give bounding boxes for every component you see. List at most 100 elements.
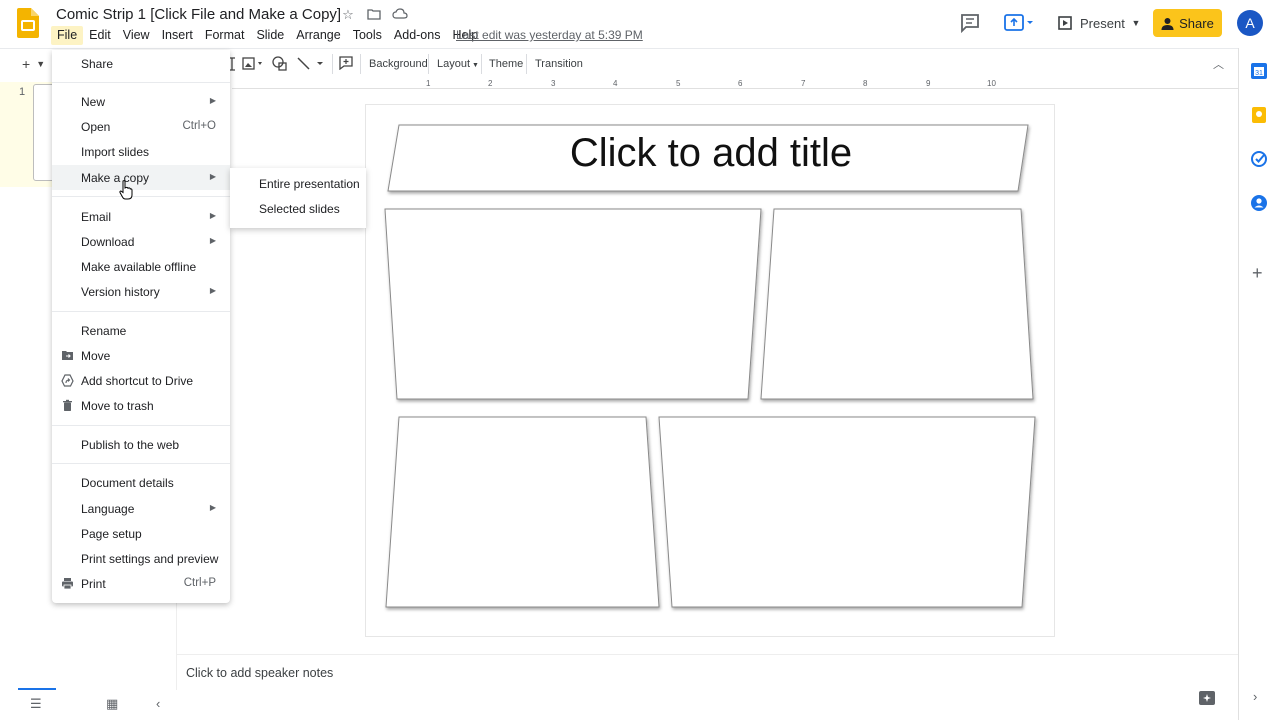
menu-rename[interactable]: Rename [52,318,230,343]
image-icon[interactable] [242,57,264,70]
comic-panel-3[interactable] [385,416,660,608]
slides-app: Comic Strip 1 [Click File and Make a Cop… [0,0,1280,720]
menu-trash[interactable]: Move to trash [52,393,230,418]
tasks-icon[interactable] [1250,150,1268,168]
menu-publish[interactable]: Publish to the web [52,432,230,457]
menu-file[interactable]: File [51,26,84,45]
comic-panel-2[interactable] [760,208,1034,400]
menu-slide[interactable]: Slide [250,26,290,45]
account-avatar[interactable]: A [1237,10,1263,36]
menu-trash-label: Move to trash [81,399,154,413]
menu-share[interactable]: Share [52,51,230,76]
present-dropdown-icon[interactable]: ▼ [1128,9,1144,37]
menu-document-details[interactable]: Document details [52,470,230,495]
menu-addons[interactable]: Add-ons [388,26,447,45]
contacts-icon[interactable] [1250,194,1268,212]
menu-move[interactable]: Move [52,343,230,368]
collapse-toolbar-icon[interactable]: ︿ [1213,56,1224,72]
menu-open[interactable]: Open Ctrl+O [52,114,230,139]
menu-insert[interactable]: Insert [156,26,199,45]
menu-make-copy[interactable]: Make a copy ▶ [52,165,230,190]
calendar-icon[interactable]: 31 [1250,62,1268,80]
menu-page-setup[interactable]: Page setup [52,521,230,546]
menu-separator [52,425,230,426]
title-placeholder[interactable]: Click to add title [366,131,1056,176]
submenu-arrow-icon: ▶ [209,236,216,245]
menu-open-label: Open [81,120,111,134]
slides-logo-icon[interactable] [17,8,39,38]
add-addon-icon[interactable]: + [1252,263,1263,284]
line-icon[interactable] [296,56,326,71]
submenu-entire-label: Entire presentation [259,177,360,191]
filmstrip-view-icon[interactable]: ☰ [30,696,42,712]
present-icon [1058,16,1072,30]
meet-present-icon[interactable] [1002,11,1038,35]
toolbar-separator [526,54,527,74]
toolbar-separator [360,54,361,74]
new-slide-plus-icon[interactable]: + [22,56,30,72]
slide-number: 1 [19,86,26,98]
menu-email[interactable]: Email ▶ [52,204,230,229]
layout-dropdown-icon: ▼ [470,62,479,69]
menu-format[interactable]: Format [199,26,251,45]
collapse-filmstrip-icon[interactable]: ‹ [156,696,160,711]
menu-import-slides[interactable]: Import slides [52,139,230,164]
submenu-selected-label: Selected slides [259,202,340,216]
menu-print[interactable]: Print Ctrl+P [52,571,230,596]
menu-print-settings[interactable]: Print settings and preview [52,546,230,571]
slide[interactable]: Click to add title [365,104,1055,637]
ruler-tick: 7 [801,79,806,88]
background-button[interactable]: Background [369,56,428,72]
submenu-selected-slides[interactable]: Selected slides [230,196,366,221]
menu-version-history[interactable]: Version history ▶ [52,279,230,304]
layout-button[interactable]: Layout ▼ [437,56,479,72]
menu-add-shortcut[interactable]: Add shortcut to Drive [52,368,230,393]
share-button[interactable]: Share [1153,9,1222,37]
menu-view[interactable]: View [117,26,156,45]
present-button[interactable]: Present [1050,9,1126,37]
layout-label: Layout [437,58,471,70]
theme-button[interactable]: Theme [489,56,523,72]
menu-version-history-label: Version history [81,285,160,299]
present-label: Present [1080,15,1125,31]
last-edit-link[interactable]: Last edit was yesterday at 5:39 PM [456,28,643,42]
transition-button[interactable]: Transition [535,56,583,72]
ruler-tick: 6 [738,79,743,88]
shape-icon[interactable] [272,56,288,71]
grid-view-icon[interactable]: ▦ [106,696,118,712]
toolbar-divider [0,48,1238,49]
speaker-notes[interactable]: Click to add speaker notes [177,654,1238,690]
submenu-arrow-icon: ▶ [209,211,216,220]
menu-language[interactable]: Language ▶ [52,496,230,521]
comments-icon[interactable] [958,12,982,34]
menu-download-label: Download [81,235,135,249]
menu-open-shortcut: Ctrl+O [182,120,216,132]
file-menu: Share New ▶ Open Ctrl+O Import slides Make… [52,50,230,603]
keep-icon[interactable] [1250,106,1268,124]
document-title[interactable]: Comic Strip 1 [Click File and Make a Cop… [56,6,341,23]
star-icon[interactable]: ☆ [340,7,356,23]
menu-share-label: Share [81,57,114,71]
menu-bar: File Edit View Insert Format Slide Arran… [51,26,484,45]
cloud-status-icon[interactable] [392,7,408,23]
new-slide-dropdown-icon[interactable]: ▼ [36,56,45,72]
toolbar-separator [332,54,333,74]
ruler-tick: 1 [426,79,431,88]
add-comment-icon[interactable] [339,56,353,70]
menu-tools[interactable]: Tools [347,26,388,45]
comic-panel-1[interactable] [384,208,762,400]
hide-side-panel-icon[interactable]: › [1253,689,1257,704]
explore-icon[interactable] [1198,690,1216,708]
move-folder-icon[interactable] [366,7,382,23]
toolbar-separator [481,54,482,74]
menu-separator [52,82,230,83]
menu-edit[interactable]: Edit [83,26,117,45]
trash-icon [63,399,72,411]
menu-add-shortcut-label: Add shortcut to Drive [81,374,194,388]
menu-download[interactable]: Download ▶ [52,229,230,254]
menu-arrange[interactable]: Arrange [290,26,346,45]
comic-panel-4[interactable] [658,416,1036,608]
menu-offline[interactable]: Make available offline [52,254,230,279]
submenu-entire-presentation[interactable]: Entire presentation [230,171,366,196]
menu-new[interactable]: New ▶ [52,89,230,114]
